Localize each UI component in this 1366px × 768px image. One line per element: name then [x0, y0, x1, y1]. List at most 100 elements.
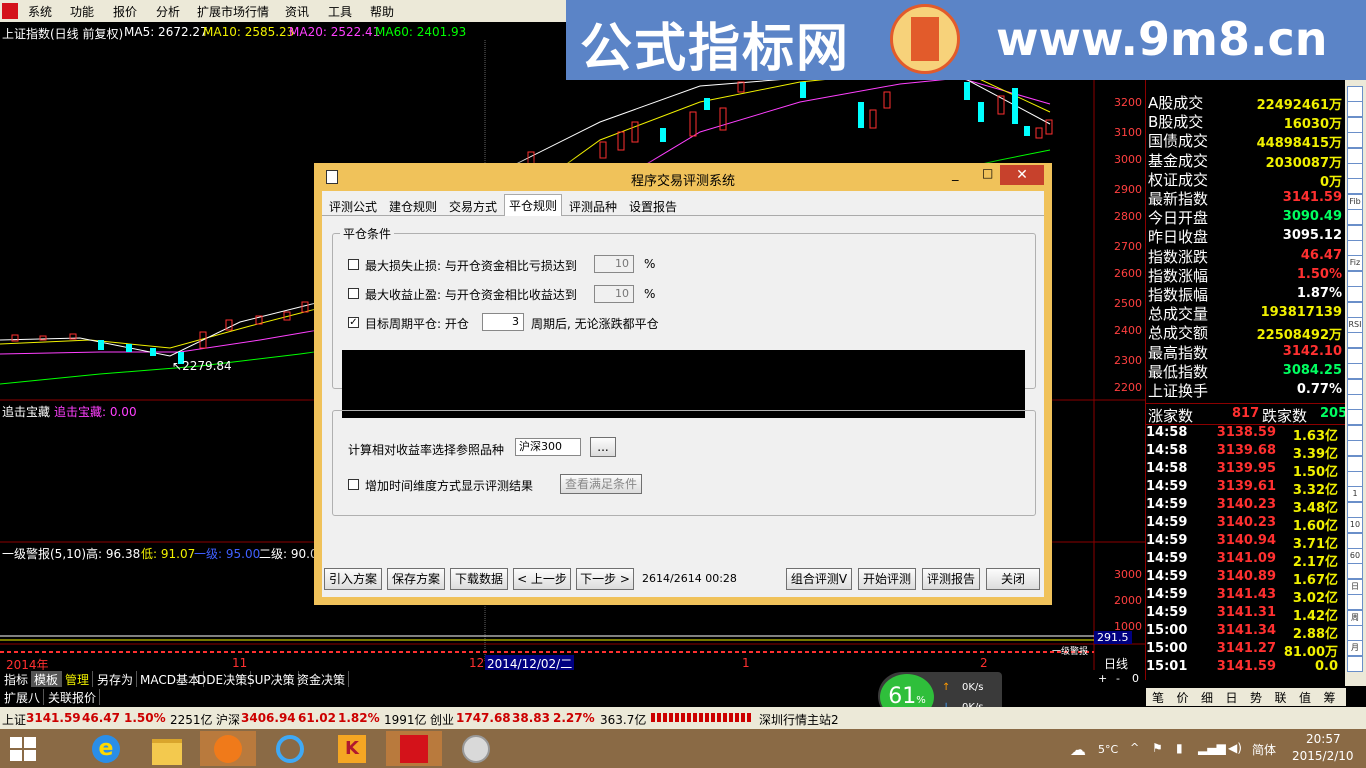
tab-trade-mode[interactable]: 交易方式: [446, 197, 500, 216]
panel-tab[interactable]: 笔: [1152, 689, 1164, 706]
tray-volume-icon[interactable]: ◀): [1228, 741, 1242, 755]
toolbar-tool-icon[interactable]: [1347, 332, 1363, 349]
tab-extend[interactable]: 扩展八: [1, 689, 45, 705]
panel-tab[interactable]: 值: [1299, 689, 1311, 706]
stop-loss-checkbox[interactable]: [348, 259, 359, 270]
toolbar-tool-icon[interactable]: [1347, 455, 1363, 472]
tab-formula[interactable]: 评测公式: [326, 197, 380, 216]
toolbar-tool-icon[interactable]: Fib: [1347, 193, 1363, 210]
toolbar-tool-icon[interactable]: [1347, 440, 1363, 457]
toolbar-tool-icon[interactable]: [1347, 132, 1363, 149]
maximize-button[interactable]: □: [982, 166, 993, 180]
toolbar-tool-icon[interactable]: [1347, 147, 1363, 164]
ie-icon[interactable]: e: [78, 731, 134, 766]
toolbar-tool-icon[interactable]: [1347, 270, 1363, 287]
menu-analysis[interactable]: 分析: [156, 3, 180, 20]
view-conditions-button[interactable]: 查看满足条件: [560, 474, 642, 494]
tray-battery-icon[interactable]: ▮: [1176, 741, 1183, 755]
app-stock-icon[interactable]: [386, 731, 442, 766]
tick-row[interactable]: 14:59 3140.23 3.48亿: [1146, 496, 1346, 516]
test-report-button[interactable]: 评测报告: [922, 568, 980, 590]
tab-report-settings[interactable]: 设置报告: [626, 197, 680, 216]
tick-row[interactable]: 14:58 3138.59 1.63亿: [1146, 424, 1346, 444]
reset-button[interactable]: 0: [1132, 672, 1139, 685]
start-test-button[interactable]: 开始评测: [858, 568, 916, 590]
toolbar-tool-icon[interactable]: [1347, 101, 1363, 118]
app-qq-browser-icon[interactable]: [262, 731, 318, 766]
tick-row[interactable]: 15:00 3141.27 81.00万: [1146, 640, 1346, 660]
toolbar-tool-icon[interactable]: [1347, 594, 1363, 611]
tick-row[interactable]: 14:59 3141.31 1.42亿: [1146, 604, 1346, 624]
panel-tab[interactable]: 联: [1275, 689, 1287, 706]
panel-tab[interactable]: 势: [1250, 689, 1262, 706]
tab-dde[interactable]: DDE决策: [194, 671, 252, 687]
dialog-titlebar[interactable]: 程序交易评测系统 _ □ ✕: [314, 163, 1052, 191]
tab-indicator[interactable]: 指标: [1, 671, 33, 687]
benchmark-input[interactable]: 沪深300: [515, 438, 581, 456]
toolbar-tool-icon[interactable]: 周: [1347, 609, 1363, 626]
windows-start-icon[interactable]: [10, 737, 36, 761]
menu-help[interactable]: 帮助: [370, 3, 394, 20]
tick-row[interactable]: 15:01 3141.59 0.0: [1146, 658, 1346, 676]
tab-open-rule[interactable]: 建仓规则: [386, 197, 440, 216]
app-orange-icon[interactable]: [200, 731, 256, 766]
toolbar-tool-icon[interactable]: Fiz: [1347, 255, 1363, 272]
toolbar-tool-icon[interactable]: [1347, 394, 1363, 410]
tick-row[interactable]: 14:58 3139.68 3.39亿: [1146, 442, 1346, 462]
tray-flag-icon[interactable]: ⚑: [1152, 741, 1163, 755]
tab-template[interactable]: 模板: [31, 671, 63, 687]
tab-fund[interactable]: 资金决策: [294, 671, 350, 687]
menu-extended-market[interactable]: 扩展市场行情: [197, 3, 269, 20]
tray-network-icon[interactable]: ▂▄▆: [1198, 741, 1226, 755]
tab-sup[interactable]: SUP决策: [244, 671, 299, 687]
target-period-input[interactable]: 3: [482, 313, 524, 331]
clock-time[interactable]: 20:57: [1306, 732, 1341, 746]
tab-manage[interactable]: 管理: [62, 671, 94, 687]
close-button[interactable]: ✕: [1000, 165, 1044, 185]
tray-arrow-icon[interactable]: ^: [1130, 741, 1139, 754]
prev-step-button[interactable]: < 上一步: [513, 568, 571, 590]
tick-row[interactable]: 14:59 3139.61 3.32亿: [1146, 478, 1346, 498]
zoom-in-button[interactable]: +: [1098, 672, 1107, 685]
toolbar-tool-icon[interactable]: [1347, 209, 1363, 226]
toolbar-tool-icon[interactable]: [1347, 347, 1363, 364]
toolbar-tool-icon[interactable]: 60: [1347, 548, 1363, 564]
ime-indicator[interactable]: 简体: [1252, 741, 1276, 758]
toolbar-tool-icon[interactable]: [1347, 409, 1363, 426]
toolbar-tool-icon[interactable]: RSI: [1347, 317, 1363, 333]
tab-related-quote[interactable]: 关联报价: [45, 689, 101, 705]
panel-tab[interactable]: 细: [1201, 689, 1213, 706]
toolbar-tool-icon[interactable]: 1: [1347, 486, 1363, 503]
toolbar-tool-icon[interactable]: [1347, 501, 1363, 518]
menu-system[interactable]: 系统: [28, 3, 52, 20]
toolbar-tool-icon[interactable]: [1347, 563, 1363, 580]
tick-row[interactable]: 15:00 3141.34 2.88亿: [1146, 622, 1346, 642]
toolbar-tool-icon[interactable]: 10: [1347, 517, 1363, 534]
zoom-out-button[interactable]: -: [1116, 672, 1120, 685]
toolbar-tool-icon[interactable]: [1347, 378, 1363, 395]
tick-row[interactable]: 14:59 3141.43 3.02亿: [1146, 586, 1346, 606]
tab-save-as[interactable]: 另存为: [94, 671, 138, 687]
toolbar-tool-icon[interactable]: [1347, 240, 1363, 256]
toolbar-tool-icon[interactable]: [1347, 301, 1363, 318]
minimize-button[interactable]: _: [952, 167, 959, 182]
import-plan-button[interactable]: 引入方案: [324, 568, 382, 590]
take-profit-checkbox[interactable]: [348, 288, 359, 299]
browse-button[interactable]: ...: [590, 437, 616, 457]
combo-test-button[interactable]: 组合评测V: [786, 568, 852, 590]
clock-date[interactable]: 2015/2/10: [1292, 749, 1354, 763]
target-period-checkbox[interactable]: ✓: [348, 317, 359, 328]
tick-row[interactable]: 14:58 3139.95 1.50亿: [1146, 460, 1346, 480]
panel-tab[interactable]: 价: [1177, 689, 1189, 706]
close-dialog-button[interactable]: 关闭: [986, 568, 1040, 590]
server-name[interactable]: 深圳行情主站2: [759, 711, 839, 728]
toolbar-tool-icon[interactable]: [1347, 86, 1363, 102]
panel-tab[interactable]: 日: [1226, 689, 1238, 706]
panel-tab[interactable]: 筹: [1324, 689, 1336, 706]
download-data-button[interactable]: 下载数据: [450, 568, 508, 590]
toolbar-tool-icon[interactable]: 月: [1347, 640, 1363, 657]
next-step-button[interactable]: 下一步 >: [576, 568, 634, 590]
menu-function[interactable]: 功能: [70, 3, 94, 20]
toolbar-tool-icon[interactable]: [1347, 224, 1363, 241]
file-explorer-icon[interactable]: [138, 731, 194, 766]
